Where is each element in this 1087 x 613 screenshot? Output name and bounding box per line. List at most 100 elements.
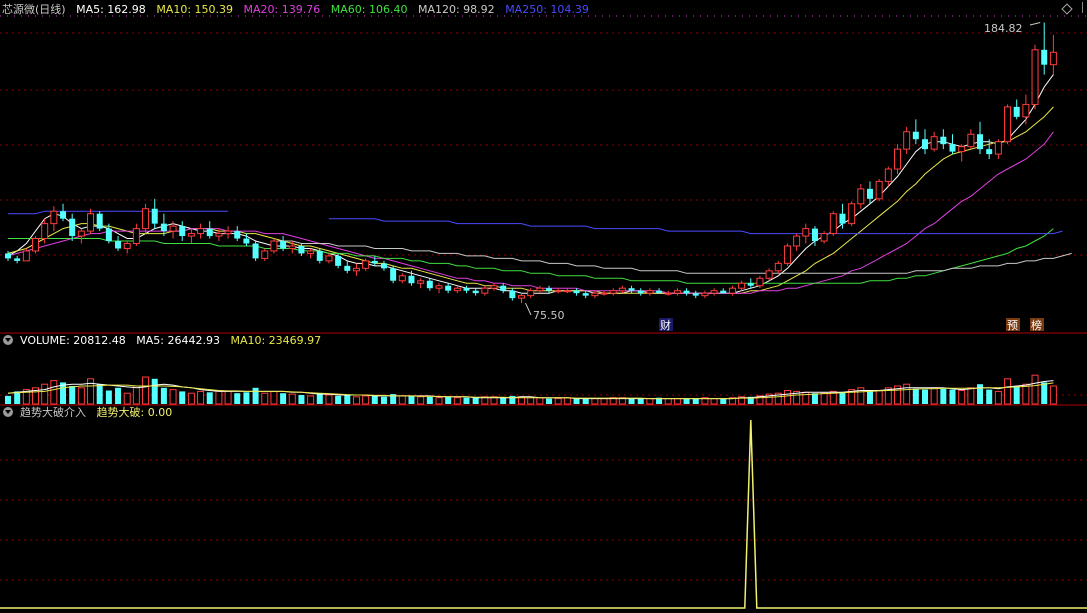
candle-body	[316, 250, 323, 261]
candle-body	[857, 188, 865, 205]
candle-body	[546, 288, 553, 291]
volume-bar	[903, 383, 911, 405]
volume-bar	[261, 392, 269, 405]
volume-bar	[628, 398, 635, 404]
volume-bar	[1031, 374, 1039, 405]
candle-body	[270, 240, 278, 252]
high-label: 184.82	[984, 22, 1023, 35]
candle-body	[69, 218, 76, 237]
candle-body	[802, 228, 810, 237]
volume-bar	[994, 390, 1002, 405]
ma-line-ma250	[328, 218, 1063, 235]
candle-body	[500, 285, 507, 291]
candle-body	[912, 131, 919, 140]
ma-line-ma10	[7, 106, 1054, 294]
volume-bar	[445, 396, 452, 404]
volume-bar	[500, 397, 507, 404]
candle-body	[280, 241, 287, 249]
volume-bar	[142, 376, 150, 405]
volume-bar	[243, 392, 250, 404]
low-label: 75.50	[533, 309, 565, 322]
volume-bar	[280, 393, 287, 404]
candle-body	[1004, 106, 1012, 143]
candle-body	[179, 226, 186, 237]
volume-bar	[115, 387, 122, 404]
candle-body	[234, 231, 241, 239]
volume-bar	[563, 397, 571, 405]
candle-body	[656, 290, 663, 294]
candle-body	[949, 144, 956, 152]
candle-body	[41, 223, 49, 240]
volume-bar	[307, 395, 315, 405]
volume-bar	[132, 385, 140, 405]
stock-chart[interactable]: 184.82 75.50 财 预 榜	[0, 0, 1087, 613]
candle-body	[664, 292, 672, 295]
cai-badge[interactable]: 财	[660, 318, 671, 332]
candle-body	[426, 280, 433, 289]
volume-bar	[692, 398, 699, 404]
volume-bar	[720, 398, 727, 404]
volume-bar	[408, 395, 415, 404]
candle-body	[765, 270, 773, 279]
candle-body	[829, 213, 837, 235]
volume-bar	[940, 388, 947, 404]
volume-bar	[986, 389, 993, 404]
yu-badge[interactable]: 预	[1007, 319, 1018, 332]
volume-bar	[77, 387, 85, 405]
candle-body	[1013, 106, 1020, 117]
volume-bar	[453, 397, 461, 405]
candle-body	[288, 245, 296, 249]
candle-body	[87, 213, 95, 232]
candle-body	[940, 136, 947, 145]
volume-bar	[600, 398, 608, 405]
volume-bar	[105, 390, 112, 404]
candle-body	[903, 131, 911, 150]
candle-body	[628, 288, 635, 291]
candle-body	[60, 211, 67, 219]
candle-body	[335, 255, 342, 266]
volume-bar	[1004, 378, 1012, 405]
candle-body	[738, 282, 746, 289]
candle-body	[96, 213, 103, 229]
ma-line-ma60	[8, 228, 1054, 284]
volume-bar	[169, 389, 177, 405]
candle-body	[922, 139, 928, 150]
candle-body	[344, 265, 351, 271]
volume-bar	[316, 393, 323, 404]
volume-bar	[582, 398, 589, 404]
candle-body	[151, 208, 158, 224]
candle-body	[536, 287, 544, 292]
volume-bar	[298, 395, 305, 404]
bang-badge[interactable]: 榜	[1031, 318, 1042, 332]
volume-bar	[783, 390, 791, 405]
candle-body	[747, 283, 754, 286]
volume-bar	[206, 392, 213, 404]
grid-lines	[0, 15, 1087, 581]
candle-body	[408, 275, 415, 284]
candle-body	[783, 245, 791, 264]
volume-bar	[197, 390, 205, 405]
candle-body	[417, 280, 425, 284]
candle-body	[243, 238, 250, 244]
candle-body	[1041, 49, 1048, 65]
candle-body	[958, 146, 966, 153]
volume-bar	[554, 398, 562, 405]
candle-body	[371, 260, 378, 264]
candle-body	[252, 243, 259, 259]
candle-body	[1049, 51, 1057, 66]
candle-body	[582, 293, 589, 296]
volume-bar	[949, 389, 956, 404]
candle-body	[683, 290, 690, 294]
candle-body	[848, 203, 856, 225]
volume-bar	[398, 395, 406, 405]
candle-body	[362, 260, 370, 269]
candle-body	[307, 250, 315, 254]
volume-bar	[463, 397, 470, 404]
candle-body	[692, 293, 699, 296]
candle-body	[509, 290, 516, 299]
volume-bar	[123, 392, 131, 405]
volume-bar	[811, 393, 818, 404]
candle-body	[215, 233, 223, 237]
volume-bar	[820, 392, 828, 405]
volume-bar	[96, 384, 103, 404]
